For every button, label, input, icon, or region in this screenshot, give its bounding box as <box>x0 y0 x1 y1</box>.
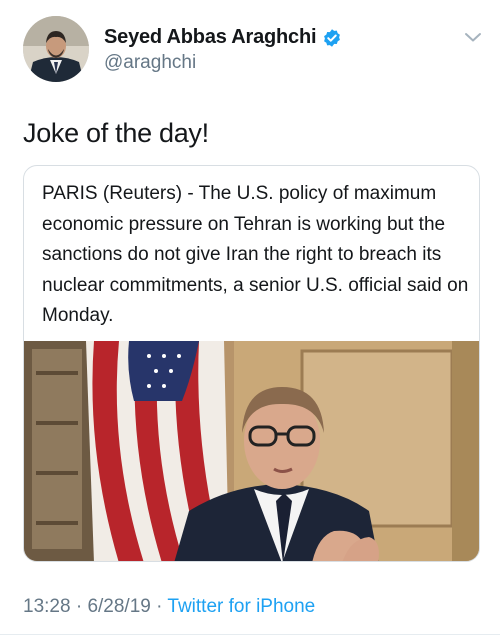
display-name[interactable]: Seyed Abbas Araghchi <box>104 26 317 49</box>
tweet-time[interactable]: 13:28 <box>23 596 71 617</box>
avatar[interactable] <box>23 16 89 82</box>
tweet-text: Joke of the day! <box>23 118 209 148</box>
verified-badge-icon <box>322 28 342 48</box>
tweet-footer: 13:28 · 6/28/19 · Twitter for iPhone <box>23 596 315 618</box>
tweet-source-link[interactable]: Twitter for iPhone <box>167 596 315 617</box>
footer-separator: · <box>75 596 83 617</box>
divider <box>0 634 500 635</box>
footer-separator: · <box>156 596 163 617</box>
author-handle[interactable]: @araghchi <box>104 52 196 74</box>
tweet[interactable]: Seyed Abbas Araghchi @araghchi Joke of t… <box>0 0 500 639</box>
card-image[interactable] <box>24 341 479 561</box>
link-card[interactable]: PARIS (Reuters) - The U.S. policy of max… <box>23 165 480 562</box>
card-quote-text: PARIS (Reuters) - The U.S. policy of max… <box>42 183 469 326</box>
tweet-date[interactable]: 6/28/19 <box>87 596 150 617</box>
chevron-down-icon[interactable] <box>463 30 483 44</box>
author-name-row[interactable]: Seyed Abbas Araghchi <box>104 26 342 49</box>
